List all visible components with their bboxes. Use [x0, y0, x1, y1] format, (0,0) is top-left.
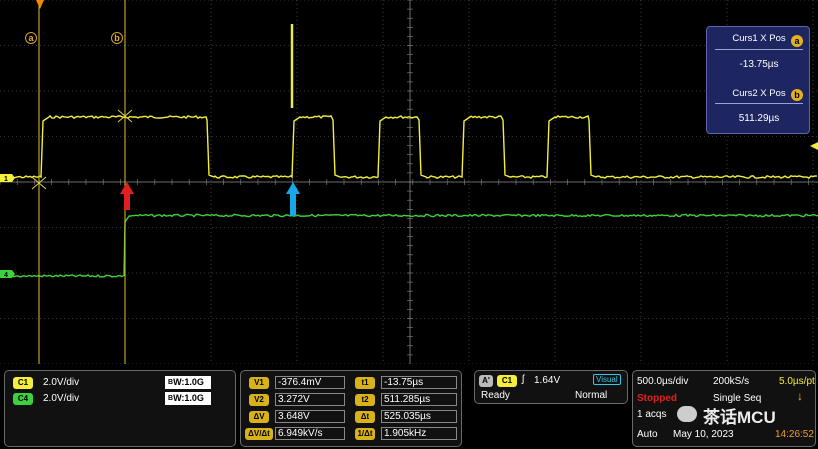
- channel-settings-panel[interactable]: C1 2.0V/div BW:1.0G C4 2.0V/div BW:1.0G: [4, 370, 236, 447]
- trigger-panel[interactable]: A' C1 ʃ 1.64V Visual Ready Normal: [474, 370, 628, 404]
- trigger-auto-mode: Auto: [637, 429, 658, 440]
- channel4-scale[interactable]: 2.0V/div: [43, 393, 79, 404]
- trigger-slope-icon: ʃ: [522, 374, 525, 385]
- v1-value: -376.4mV: [275, 376, 345, 389]
- channel4-badge[interactable]: C4: [13, 393, 33, 405]
- dv-value: 3.648V: [275, 410, 345, 423]
- single-seq-arrow-icon: ↓: [797, 389, 803, 403]
- trigger-type: Normal: [575, 390, 608, 401]
- acquisition-panel[interactable]: 500.0µs/div 200kS/s 5.0µs/pt Stopped Sin…: [632, 370, 816, 447]
- v2-label: V2: [249, 394, 269, 406]
- cursor-readout-panel[interactable]: Curs1 X Pos a -13.75µs Curs2 X Pos b 511…: [706, 26, 810, 134]
- svg-text:b: b: [114, 33, 120, 43]
- v2-value: 3.272V: [275, 393, 345, 406]
- dvdt-label: ΔV/Δt: [245, 428, 273, 440]
- dt-value: 525.035µs: [381, 410, 457, 423]
- cursor-b-badge[interactable]: b: [111, 32, 123, 44]
- visual-trigger-indicator[interactable]: Visual: [593, 374, 621, 385]
- trigger-position-icon[interactable]: [36, 0, 44, 9]
- channel1-bandwidth[interactable]: BW:1.0G: [165, 376, 211, 389]
- watermark-text: 茶话MCU: [703, 408, 776, 427]
- t1-label: t1: [355, 377, 375, 389]
- sample-rate: 200kS/s: [713, 376, 750, 387]
- red-arrow-icon: [120, 182, 134, 210]
- dvdt-value: 6.949kV/s: [275, 427, 345, 440]
- svg-text:1: 1: [4, 176, 8, 183]
- watermark: 茶话MCU: [677, 402, 813, 427]
- frequency-value: 1.905kHz: [381, 427, 457, 440]
- cursor-measurement-panel[interactable]: V1 -376.4mV V2 3.272V ΔV 3.648V ΔV/Δt 6.…: [240, 370, 462, 447]
- curs2-badge: b: [791, 89, 803, 101]
- curs1-badge: a: [791, 35, 803, 47]
- dt-label: Δt: [355, 411, 375, 423]
- dv-label: ΔV: [249, 411, 269, 423]
- acquisition-count: 1 acqs: [637, 409, 667, 420]
- trigger-source-badge[interactable]: C1: [497, 375, 517, 387]
- trigger-level-icon[interactable]: [810, 142, 818, 150]
- cursor-a-badge[interactable]: a: [25, 32, 37, 44]
- timebase[interactable]: 500.0µs/div: [637, 376, 688, 387]
- date: May 10, 2023: [673, 429, 734, 440]
- v1-label: V1: [249, 377, 269, 389]
- waveform-display[interactable]: a b 1 4 Curs1 X Pos a -13.75µs Curs2 X P…: [0, 0, 818, 365]
- waveform-graticule: a b 1 4: [0, 0, 818, 365]
- resolution: 5.0µs/pt: [779, 376, 815, 387]
- channel1-trace: [0, 114, 818, 179]
- trigger-level[interactable]: 1.64V: [534, 375, 560, 386]
- channel4-bandwidth[interactable]: BW:1.0G: [165, 392, 211, 405]
- time: 14:26:52: [775, 429, 814, 440]
- channel1-badge[interactable]: C1: [13, 377, 33, 389]
- curs1-value: -13.75µs: [739, 59, 779, 70]
- inv-dt-label: 1/Δt: [355, 428, 375, 440]
- trigger-mode-badge: A': [479, 375, 493, 387]
- wechat-logo-icon: [677, 406, 697, 422]
- channel4-ground-icon[interactable]: 4: [0, 270, 15, 279]
- svg-text:4: 4: [4, 272, 8, 279]
- t2-label: t2: [355, 394, 375, 406]
- svg-text:a: a: [28, 33, 34, 43]
- channel1-scale[interactable]: 2.0V/div: [43, 377, 79, 388]
- acquisition-status: Stopped: [637, 393, 677, 404]
- t1-value: -13.75µs: [381, 376, 457, 389]
- curs2-value: 511.29µs: [738, 113, 780, 124]
- blue-arrow-icon: [286, 182, 300, 216]
- trigger-state: Ready: [481, 390, 510, 401]
- t2-value: 511.285µs: [381, 393, 457, 406]
